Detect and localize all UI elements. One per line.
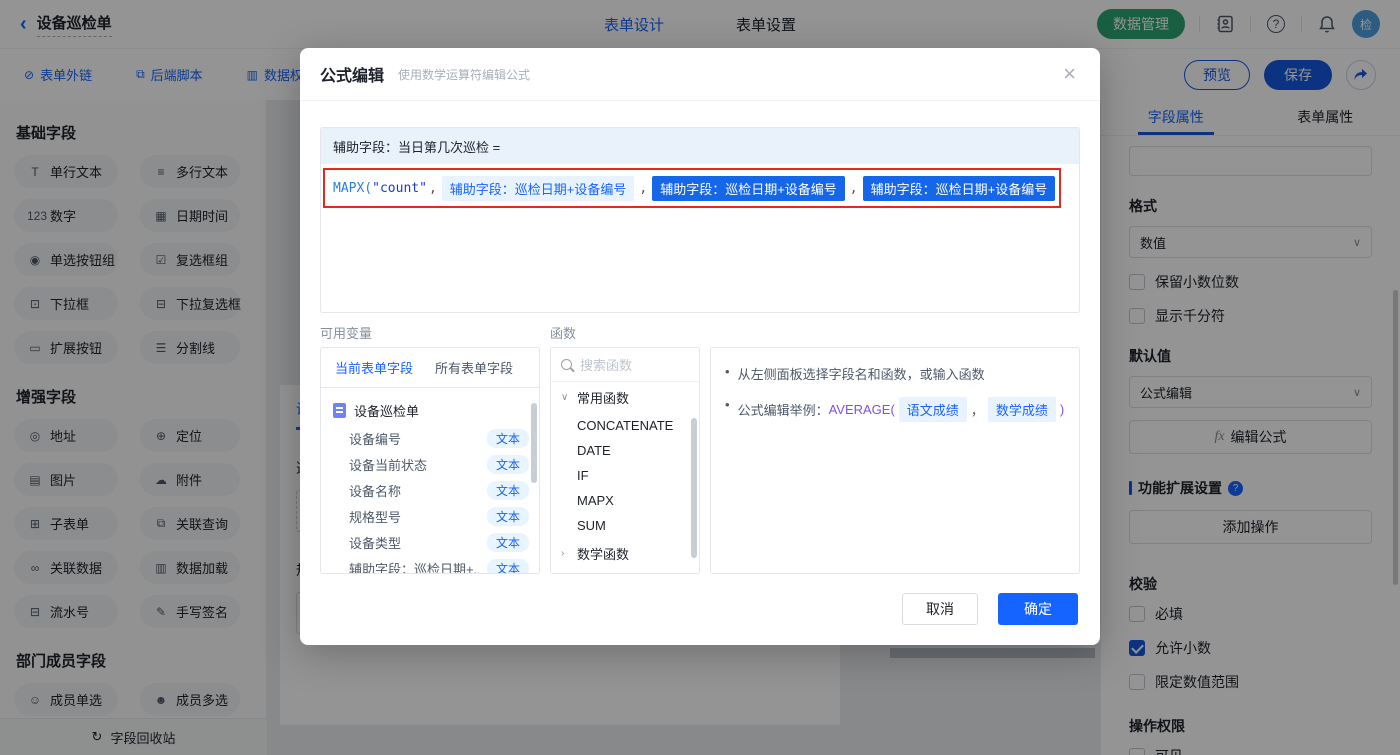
function-search-input[interactable]: 搜索函数: [551, 348, 699, 382]
formula-expression[interactable]: MAPX( "count" , 辅助字段：巡检日期+设备编号 , 辅助字段：巡检…: [323, 168, 1061, 208]
help-line-1: 从左侧面板选择字段名和函数，或输入函数: [738, 364, 985, 383]
variables-panel: 当前表单字段 所有表单字段 设备巡检单 设备编号 文本: [320, 347, 540, 574]
field-type-badge: 文本: [487, 533, 529, 552]
variable-field-name: 设备名称: [349, 481, 401, 500]
tab-current-form-fields[interactable]: 当前表单字段: [335, 358, 413, 377]
example-token: 公式编辑举例：: [738, 400, 829, 419]
function-group-common[interactable]: ∨ 常用函数: [551, 382, 699, 413]
form-doc-icon: [333, 403, 346, 418]
bullet-icon: •: [725, 397, 730, 412]
example-token: ，: [971, 400, 984, 419]
modal-subtitle: 使用数学运算符编辑公式: [398, 66, 530, 83]
example-token: 语文成绩: [899, 397, 967, 422]
formula-editor: 辅助字段：当日第几次巡检 = MAPX( "count" , 辅助字段：巡检日期…: [320, 127, 1080, 313]
example-token: ): [1060, 402, 1064, 417]
variable-field-name: 设备类型: [349, 533, 401, 552]
variable-field-row[interactable]: 设备当前状态 文本: [321, 451, 539, 477]
close-icon[interactable]: ×: [1063, 63, 1076, 85]
formula-token[interactable]: ,: [637, 181, 649, 196]
formula-token[interactable]: ,: [848, 181, 860, 196]
help-panel: • 从左侧面板选择字段名和函数，或输入函数 • 公式编辑举例： AVERAGE(: [710, 347, 1080, 574]
formula-token[interactable]: 辅助字段：巡检日期+设备编号: [652, 176, 845, 201]
variable-field-name: 辅助字段：巡检日期+...: [349, 559, 479, 575]
chevron-expanded-icon: ∨: [561, 392, 571, 403]
formula-token[interactable]: 辅助字段：巡检日期+设备编号: [863, 176, 1056, 201]
formula-token[interactable]: ,: [427, 181, 439, 196]
function-item[interactable]: CONCATENATE: [551, 413, 699, 438]
help-example: 公式编辑举例： AVERAGE( 语文成绩 ， 数学成绩: [738, 397, 1065, 422]
variable-field-name: 规格型号: [349, 507, 401, 526]
formula-token[interactable]: MAPX(: [333, 181, 372, 196]
example-token: 数学成绩: [988, 397, 1056, 422]
function-group[interactable]: › 数学函数: [551, 538, 699, 569]
field-type-badge: 文本: [487, 481, 529, 500]
app-root: ‹ 设备巡检单 表单设计 表单设置 数据管理 ?: [0, 0, 1400, 755]
variable-field-name: 设备当前状态: [349, 455, 427, 474]
variable-field-row[interactable]: 设备名称 文本: [321, 477, 539, 503]
form-node-label: 设备巡检单: [354, 401, 419, 420]
bullet-icon: •: [725, 364, 730, 379]
functions-scrollbar[interactable]: [691, 418, 697, 558]
field-type-badge: 文本: [487, 507, 529, 526]
formula-edit-modal: 公式编辑 使用数学运算符编辑公式 × 辅助字段：当日第几次巡检 = MAPX( …: [300, 48, 1100, 645]
confirm-button[interactable]: 确定: [998, 593, 1078, 625]
field-type-badge: 文本: [487, 559, 529, 575]
formula-token[interactable]: "count": [372, 181, 427, 196]
variable-field-name: 设备编号: [349, 429, 401, 448]
modal-title: 公式编辑: [320, 62, 384, 86]
function-item[interactable]: SUM: [551, 513, 699, 538]
formula-token[interactable]: 辅助字段：巡检日期+设备编号: [442, 176, 635, 201]
example-token: AVERAGE(: [829, 402, 895, 417]
variables-scrollbar[interactable]: [531, 403, 537, 483]
form-node[interactable]: 设备巡检单: [321, 396, 539, 425]
formula-token[interactable]: )+1: [1058, 181, 1061, 196]
function-item[interactable]: IF: [551, 463, 699, 488]
formula-target-field: 辅助字段：当日第几次巡检 =: [321, 128, 1079, 164]
function-item[interactable]: DATE: [551, 438, 699, 463]
variable-field-row[interactable]: 设备类型 文本: [321, 529, 539, 555]
variables-label: 可用变量: [320, 323, 550, 342]
field-type-badge: 文本: [487, 429, 529, 448]
tab-all-form-fields[interactable]: 所有表单字段: [435, 358, 513, 377]
chevron-collapsed-icon: ›: [561, 548, 571, 559]
variable-field-row[interactable]: 设备编号 文本: [321, 425, 539, 451]
formula-input-area[interactable]: MAPX( "count" , 辅助字段：巡检日期+设备编号 , 辅助字段：巡检…: [321, 164, 1079, 313]
field-type-badge: 文本: [487, 455, 529, 474]
functions-panel: 搜索函数 ∨ 常用函数 CONCATENATE DATE IF: [550, 347, 700, 574]
function-item[interactable]: MAPX: [551, 488, 699, 513]
variable-field-row[interactable]: 辅助字段：巡检日期+... 文本: [321, 555, 539, 574]
search-icon: [561, 359, 572, 370]
cancel-button[interactable]: 取消: [902, 593, 978, 625]
function-group[interactable]: › 文本函数: [551, 569, 699, 574]
functions-label: 函数: [550, 323, 576, 342]
variable-field-row[interactable]: 规格型号 文本: [321, 503, 539, 529]
search-placeholder: 搜索函数: [580, 355, 632, 374]
